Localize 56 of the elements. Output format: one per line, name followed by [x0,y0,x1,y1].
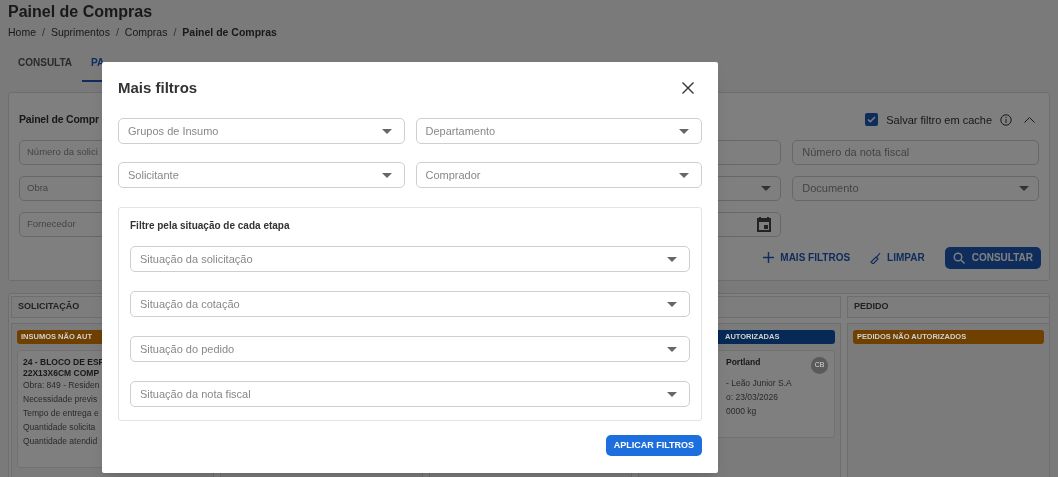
search-button[interactable]: CONSULTAR [944,246,1041,269]
checkbox-label: Salvar filtro em cache [886,112,992,128]
breadcrumb-separator: / [173,25,177,40]
chevron-up-icon[interactable] [1024,116,1035,123]
clear-button[interactable]: LIMPAR [870,250,925,266]
dropdown-field[interactable]: Departamento [415,118,702,144]
input-field[interactable]: Número da nota fiscal [792,139,1039,165]
close-icon[interactable] [682,82,694,94]
panel-title: Painel de Compr [19,111,99,127]
apply-filters-button[interactable]: APLICAR FILTROS [605,435,702,456]
dropdown-field[interactable]: Documento [792,175,1039,201]
card-detail: 0000 kg [726,405,757,417]
breadcrumb-link[interactable]: Compras [124,25,168,41]
dropdown-field[interactable]: Situação da solicitação [130,246,690,272]
caret-icon [679,172,689,178]
caret-icon [1019,185,1029,191]
checkbox[interactable] [865,113,879,127]
card-detail: Necessidade previs [23,393,98,405]
dropdown-field[interactable]: Comprador [415,162,702,188]
caret-icon [667,301,677,307]
card-title: Portland [726,356,761,368]
column-header: PEDIDO [847,295,1050,318]
breadcrumb-separator: / [42,25,45,40]
broom-icon [870,251,882,264]
caret-icon [381,172,392,178]
page-title: Painel de Compras [8,2,154,22]
search-icon [952,251,965,264]
dropdown-field[interactable]: Solicitante [118,162,405,188]
caret-icon [667,346,677,352]
dropdown-field[interactable]: Situação do pedido [130,336,690,362]
tab[interactable]: CONSULTA [10,54,82,82]
card-title: 22X13X6CM COMP [23,367,100,379]
card-detail: Obra: 849 - Residen [23,379,100,391]
breadcrumb-link[interactable]: Suprimentos [50,25,110,41]
breadcrumb-link[interactable]: Home [8,25,36,41]
caret-icon [381,128,392,134]
dropdown-field[interactable]: Situação da cotação [130,291,690,317]
breadcrumb-current: Painel de Compras [182,25,277,40]
calendar-icon [757,216,772,232]
caret-icon [679,128,689,134]
info-icon[interactable] [1000,113,1012,126]
card-detail: Quantidade solicita [23,421,96,433]
section-title: Filtre pela situação de cada etapa [130,219,291,233]
dropdown-field[interactable]: Situação da nota fiscal [130,381,690,407]
plus-icon [763,252,775,264]
card-detail: o: 23/03/2026 [726,391,778,403]
card-detail: Tempo de entrega e [23,407,99,419]
card-detail: - Leão Junior S.A [726,377,792,389]
dialog-title: Mais filtros [118,77,198,98]
caret-icon [761,185,772,191]
caret-icon [667,391,677,397]
more-filters-button[interactable]: MAIS FILTROS [763,250,851,266]
card-detail: Quantidade atendid [23,435,98,447]
dropdown-field[interactable]: Grupos de Insumo [118,118,405,144]
caret-icon [667,256,677,262]
breadcrumb-separator: / [115,25,119,40]
